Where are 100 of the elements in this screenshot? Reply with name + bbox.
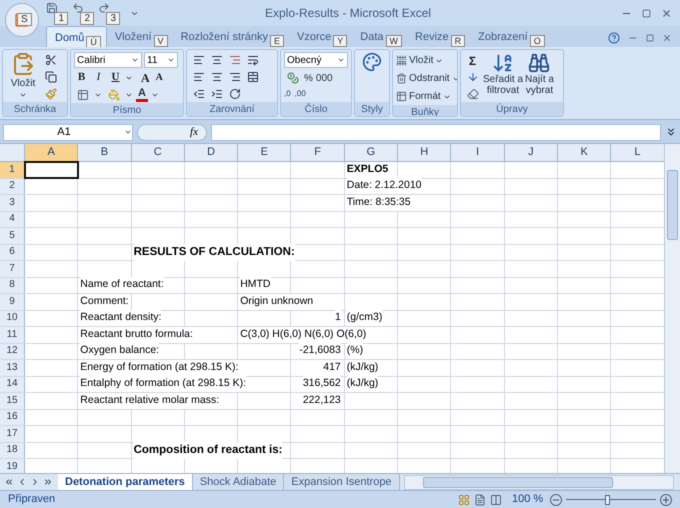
cell-text: Oxygen balance: xyxy=(80,343,160,360)
sort-filter-button[interactable]: Seřadit a filtrovat xyxy=(483,52,524,102)
row-header[interactable]: 10 xyxy=(0,310,25,326)
row-header[interactable]: 7 xyxy=(0,261,25,276)
zoom-thumb[interactable] xyxy=(605,494,610,504)
name-box[interactable]: A1 xyxy=(3,124,133,140)
sheet-tab[interactable]: Shock Adiabate xyxy=(192,474,284,490)
zoom-in-icon[interactable] xyxy=(660,494,672,506)
cells-menu-button[interactable]: Odstranit xyxy=(396,70,457,87)
close-icon xyxy=(661,8,672,18)
row-header[interactable]: 8 xyxy=(0,278,25,293)
key-tip: Ú xyxy=(86,36,101,48)
row-header[interactable]: 19 xyxy=(0,459,25,473)
caret-icon xyxy=(124,128,132,136)
column-header[interactable]: C xyxy=(132,144,185,161)
cell-text: Entalphy of formation (at 298.15 K): xyxy=(80,376,246,392)
percent-button[interactable]: % xyxy=(304,70,313,86)
row-header[interactable]: 17 xyxy=(0,426,25,442)
insert-function-button[interactable]: fx xyxy=(190,124,198,140)
active-cell[interactable] xyxy=(25,162,78,178)
sheet-tab[interactable]: Detonation parameters xyxy=(58,474,193,490)
first-sheet-icon[interactable] xyxy=(4,477,14,487)
row-header[interactable]: 2 xyxy=(0,178,25,194)
caret-icon xyxy=(19,91,27,99)
paste-button[interactable]: Vložit xyxy=(6,52,40,102)
column-header[interactable]: J xyxy=(504,144,558,161)
align-center-icon xyxy=(210,71,222,83)
row-header[interactable]: 11 xyxy=(0,327,25,342)
column-header[interactable]: D xyxy=(184,144,238,161)
clipboard-icon xyxy=(11,52,35,76)
horizontal-scrollbar[interactable] xyxy=(404,474,674,490)
group-label: Styly xyxy=(361,102,383,116)
row-header[interactable]: 18 xyxy=(0,442,25,458)
quick-access-button[interactable]: 3 xyxy=(98,1,120,25)
expand-formula-bar-icon[interactable] xyxy=(665,126,677,138)
number-format-dropdown[interactable]: Obecný xyxy=(284,52,348,68)
row-header[interactable]: 5 xyxy=(0,228,25,244)
row-header[interactable]: 3 xyxy=(0,195,25,210)
decrease-decimal-button[interactable]: ,00 xyxy=(294,88,306,100)
cell-text: Reactant relative molar mass: xyxy=(80,392,220,409)
close-icon[interactable] xyxy=(662,33,672,43)
caret-icon xyxy=(94,91,102,99)
column-header[interactable]: A xyxy=(25,144,78,161)
cell-text: Reactant brutto formula: xyxy=(80,326,193,343)
autosum-button[interactable]: Σ xyxy=(464,52,481,68)
ribbon-tab[interactable]: Domů Ú xyxy=(46,26,107,47)
column-header[interactable]: K xyxy=(558,144,612,161)
cell-heading: RESULTS OF CALCULATION: xyxy=(134,244,295,261)
vertical-scrollbar[interactable] xyxy=(664,144,680,473)
font-family-dropdown[interactable]: Calibri xyxy=(74,52,142,68)
format-painter-icon xyxy=(44,88,56,100)
zoom-out-icon[interactable] xyxy=(550,494,562,506)
column-header[interactable]: I xyxy=(451,144,505,161)
thousands-button[interactable]: 000 xyxy=(316,70,333,86)
column-header[interactable]: E xyxy=(238,144,292,161)
row-header[interactable]: 15 xyxy=(0,393,25,408)
sheet-tab[interactable]: Expansion Isentrope xyxy=(284,474,400,490)
quick-access-button[interactable]: 1 xyxy=(46,1,68,25)
restore-icon[interactable] xyxy=(646,34,654,42)
save-icon xyxy=(46,2,58,14)
quick-access-button[interactable]: 2 xyxy=(72,1,94,25)
maximize-button[interactable] xyxy=(642,8,651,18)
cells-menu-button[interactable]: Vložit xyxy=(396,52,457,69)
zoom-slider[interactable] xyxy=(566,494,656,506)
row-header[interactable]: 4 xyxy=(0,212,25,227)
row-header[interactable]: 1 xyxy=(0,162,25,178)
row-header[interactable]: 16 xyxy=(0,410,25,425)
help-icon[interactable] xyxy=(608,32,620,44)
close-button[interactable] xyxy=(661,8,672,18)
formula-input[interactable] xyxy=(211,124,661,140)
row-header[interactable]: 6 xyxy=(0,244,25,260)
italic-button[interactable]: I xyxy=(91,69,106,86)
caret-icon xyxy=(125,91,133,99)
cell-text: Time: 8:35:35 xyxy=(346,194,411,211)
column-header[interactable]: F xyxy=(291,144,345,161)
column-header[interactable]: B xyxy=(78,144,132,161)
undo-icon xyxy=(72,2,84,14)
page-layout-icon[interactable] xyxy=(474,494,486,506)
font-size-dropdown[interactable]: 11 xyxy=(144,52,178,68)
grow-font-button[interactable]: A xyxy=(141,68,150,86)
find-select-button[interactable]: Najít a vybrat xyxy=(525,52,554,102)
column-header[interactable]: G xyxy=(344,144,398,161)
page-break-icon[interactable] xyxy=(490,494,502,506)
orientation-icon xyxy=(228,88,240,100)
row-header[interactable]: 12 xyxy=(0,344,25,359)
row-header[interactable]: 9 xyxy=(0,294,25,310)
row-header[interactable]: 13 xyxy=(0,360,25,376)
currency-icon xyxy=(286,72,298,84)
caret-icon xyxy=(131,56,139,64)
bold-button[interactable]: B xyxy=(74,69,89,86)
cells-menu-button[interactable]: Formát xyxy=(396,88,457,105)
shrink-font-button[interactable]: A xyxy=(156,70,163,85)
row-header[interactable]: 14 xyxy=(0,376,25,392)
window-title: Explo-Results - Microsoft Excel xyxy=(265,5,432,22)
underline-button[interactable]: U xyxy=(108,69,123,86)
column-header[interactable]: H xyxy=(398,144,452,161)
increase-indent-icon xyxy=(210,88,222,100)
last-sheet-icon[interactable] xyxy=(43,477,53,487)
increase-decimal-button[interactable]: ,0 xyxy=(284,88,291,100)
ribbon-tab[interactable]: Vzorce Y xyxy=(289,26,352,47)
